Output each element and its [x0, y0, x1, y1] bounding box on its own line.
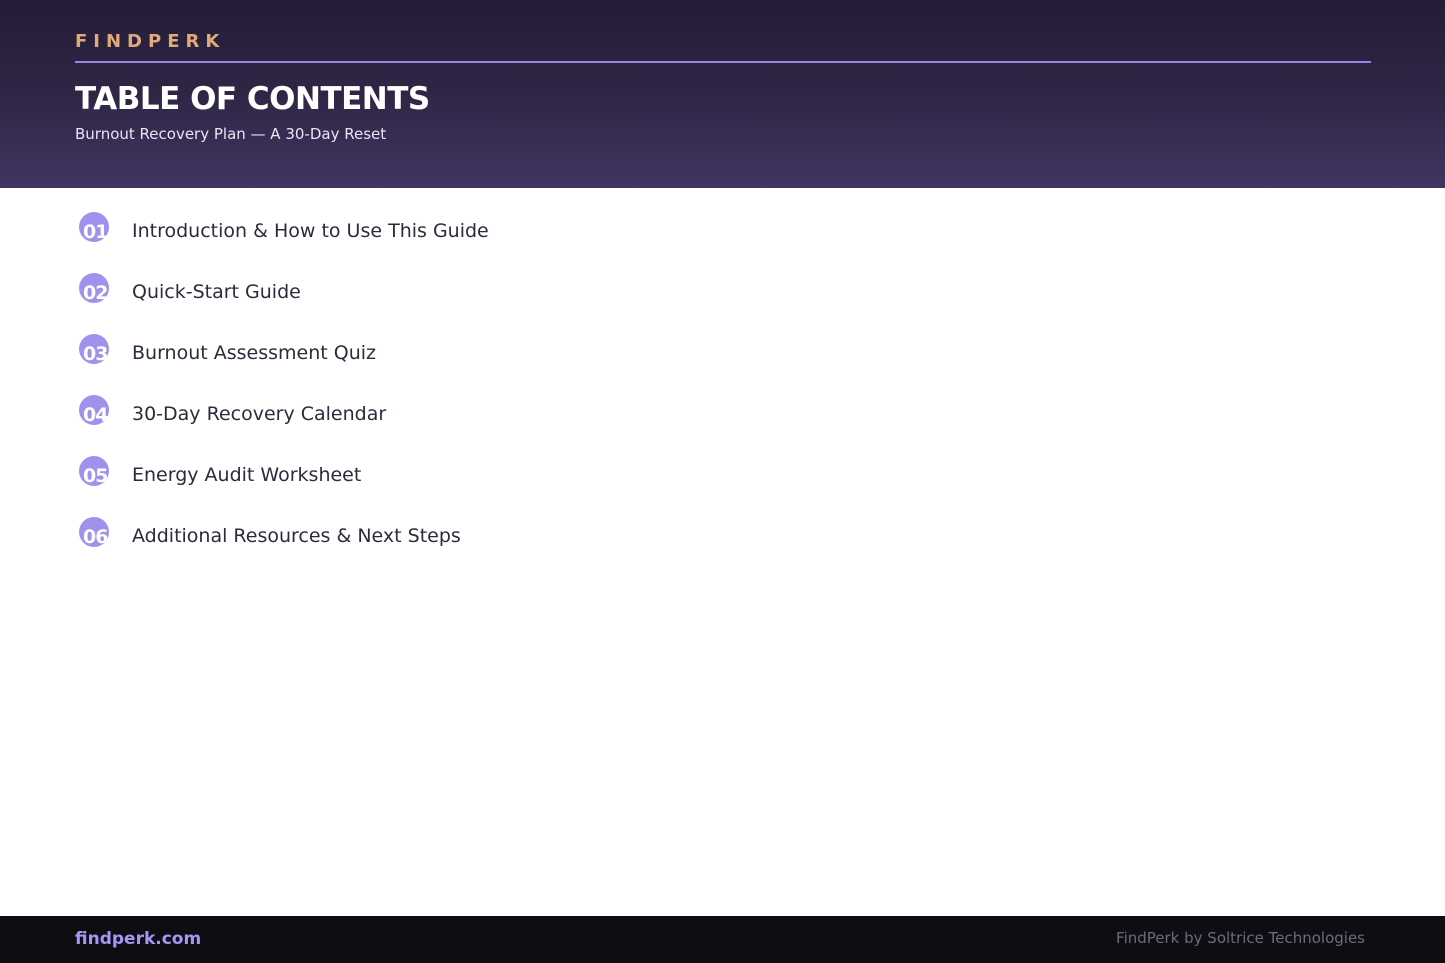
section-number: 06 [83, 526, 108, 547]
toc-item-label: Introduction & How to Use This Guide [132, 220, 489, 242]
footer-bar: findperk.com FindPerk by Soltrice Techno… [0, 916, 1445, 963]
section-number: 04 [83, 404, 108, 425]
brand-wordmark: FINDPERK [75, 31, 226, 52]
header-divider [75, 61, 1371, 63]
section-number-badge: 06 [79, 517, 109, 547]
section-number-badge: 05 [79, 456, 109, 486]
section-number-badge: 03 [79, 334, 109, 364]
section-number-badge: 02 [79, 273, 109, 303]
website-link[interactable]: findperk.com [75, 928, 201, 950]
toc-item-label: Quick-Start Guide [132, 281, 301, 303]
toc-item-label: Energy Audit Worksheet [132, 464, 362, 486]
page-title: TABLE OF CONTENTS [75, 81, 430, 117]
section-number: 02 [83, 282, 108, 303]
section-number: 01 [83, 221, 108, 242]
section-number: 03 [83, 343, 108, 364]
section-number: 05 [83, 465, 108, 486]
toc-item-label: Additional Resources & Next Steps [132, 525, 461, 547]
toc-item-label: Burnout Assessment Quiz [132, 342, 377, 364]
page-subtitle: Burnout Recovery Plan — A 30-Day Reset [75, 125, 387, 143]
section-number-badge: 04 [79, 395, 109, 425]
header-banner: FINDPERK TABLE OF CONTENTS Burnout Recov… [0, 0, 1445, 188]
section-number-badge: 01 [79, 212, 109, 242]
toc-item-label: 30-Day Recovery Calendar [132, 403, 387, 425]
footer-credit: FindPerk by Soltrice Technologies [1116, 929, 1365, 947]
